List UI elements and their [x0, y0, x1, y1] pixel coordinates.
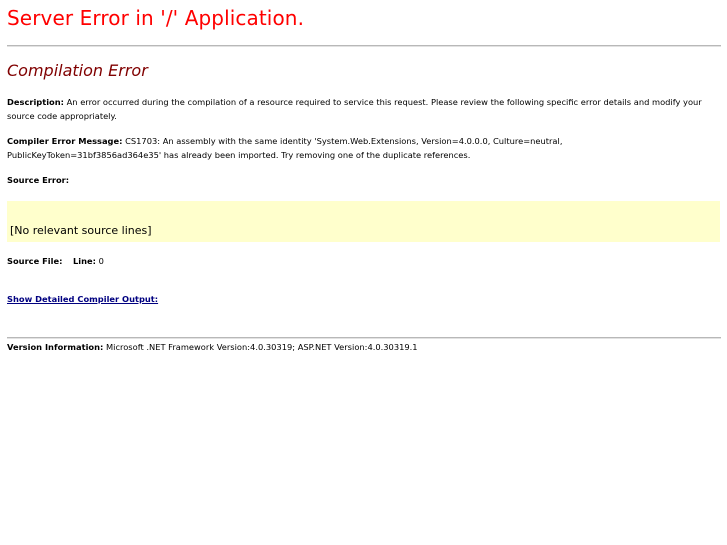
- source-error-paragraph: Source Error:: [7, 174, 719, 188]
- error-heading: Compilation Error: [7, 61, 148, 80]
- version-info-label: Version Information:: [7, 342, 104, 352]
- source-error-label: Source Error:: [7, 175, 70, 185]
- top-divider: [7, 45, 721, 47]
- version-info-text: Microsoft .NET Framework Version:4.0.303…: [103, 342, 418, 352]
- description-text: An error occurred during the compilation…: [7, 97, 702, 121]
- page-title: Server Error in '/' Application.: [7, 6, 305, 30]
- line-value: 0: [95, 256, 104, 266]
- description-label: Description:: [7, 97, 64, 107]
- compiler-message-paragraph: Compiler Error Message: CS1703: An assem…: [7, 135, 719, 162]
- version-info-paragraph: Version Information: Microsoft .NET Fram…: [7, 341, 719, 355]
- bottom-divider: [7, 337, 721, 339]
- source-box-text: [No relevant source lines]: [10, 224, 152, 237]
- compiler-message-label: Compiler Error Message:: [7, 136, 123, 146]
- description-paragraph: Description: An error occurred during th…: [7, 96, 719, 123]
- show-compiler-output-link[interactable]: Show Detailed Compiler Output:: [7, 294, 158, 304]
- line-label: Line:: [72, 256, 96, 266]
- source-file-paragraph: Source File: Line: 0: [7, 255, 719, 269]
- source-file-label: Source File:: [7, 256, 63, 266]
